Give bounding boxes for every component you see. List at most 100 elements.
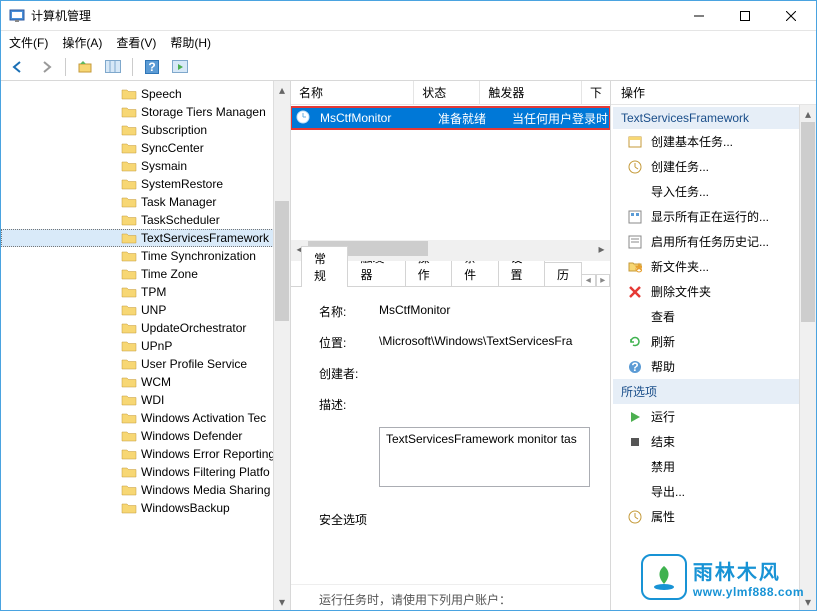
scroll-up-icon[interactable]: ▴ bbox=[800, 105, 816, 122]
tab-general[interactable]: 常规 bbox=[301, 246, 348, 287]
tree-item[interactable]: WDI bbox=[1, 391, 290, 409]
action-item[interactable]: 启用所有任务历史记... bbox=[613, 229, 814, 254]
folder-icon bbox=[121, 195, 137, 209]
action-item[interactable]: 显示所有正在运行的... bbox=[613, 204, 814, 229]
new-folder-icon: ★ bbox=[627, 259, 643, 275]
action-item[interactable]: ?帮助 bbox=[613, 354, 814, 379]
scroll-thumb[interactable] bbox=[801, 122, 815, 322]
action-label: 刷新 bbox=[651, 333, 808, 350]
tree-item[interactable]: TPM bbox=[1, 283, 290, 301]
tree-item[interactable]: SystemRestore bbox=[1, 175, 290, 193]
tab-history[interactable]: 历 bbox=[544, 262, 582, 286]
scroll-thumb[interactable] bbox=[275, 201, 289, 321]
section-selected-label: 所选项 bbox=[621, 383, 657, 400]
titlebar: 计算机管理 bbox=[1, 1, 816, 31]
tree-item[interactable]: UpdateOrchestrator bbox=[1, 319, 290, 337]
row-name: MsCtfMonitor bbox=[312, 111, 430, 125]
show-hide-button[interactable] bbox=[102, 56, 124, 78]
watermark-logo-icon bbox=[641, 554, 687, 600]
tree-item-label: TextServicesFramework bbox=[141, 231, 269, 245]
tree-item[interactable]: TextServicesFramework bbox=[1, 229, 290, 247]
action-item[interactable]: 运行 bbox=[613, 404, 814, 429]
folder-icon bbox=[121, 123, 137, 137]
tree-item[interactable]: User Profile Service bbox=[1, 355, 290, 373]
tree-item[interactable]: TaskScheduler bbox=[1, 211, 290, 229]
action-item[interactable]: 删除文件夹 bbox=[613, 279, 814, 304]
action-item[interactable]: 查看▸ bbox=[613, 304, 814, 329]
section-framework[interactable]: TextServicesFramework ▴ bbox=[613, 107, 814, 129]
minimize-button[interactable] bbox=[676, 2, 722, 30]
task-row-selected[interactable]: MsCtfMonitor 准备就绪 当任何用户登录时 bbox=[292, 108, 609, 128]
folder-icon bbox=[121, 87, 137, 101]
tree-item[interactable]: Windows Error Reporting bbox=[1, 445, 290, 463]
delete-folder-icon bbox=[627, 284, 643, 300]
disable-icon bbox=[627, 459, 643, 475]
menu-action[interactable]: 操作(A) bbox=[62, 34, 102, 51]
tree-item-label: WindowsBackup bbox=[141, 501, 230, 515]
action-item[interactable]: 属性 bbox=[613, 504, 814, 529]
action-item[interactable]: 创建基本任务... bbox=[613, 129, 814, 154]
scroll-down-icon[interactable]: ▾ bbox=[274, 593, 290, 610]
help-button[interactable]: ? bbox=[141, 56, 163, 78]
action-item[interactable]: 刷新 bbox=[613, 329, 814, 354]
action-item[interactable]: 导入任务... bbox=[613, 179, 814, 204]
action-label: 禁用 bbox=[651, 458, 808, 475]
action-item[interactable]: ★新文件夹... bbox=[613, 254, 814, 279]
svg-text:?: ? bbox=[631, 360, 638, 374]
col-next[interactable]: 下 bbox=[582, 81, 610, 104]
tree-item[interactable]: Windows Activation Tec bbox=[1, 409, 290, 427]
watermark: 雨林木风 www.ylmf888.com bbox=[641, 554, 804, 600]
tree-item[interactable]: Subscription bbox=[1, 121, 290, 139]
scroll-right-icon[interactable]: ▸ bbox=[593, 240, 610, 257]
row-trigger: 当任何用户登录时 bbox=[504, 110, 609, 127]
action-label: 启用所有任务历史记... bbox=[651, 233, 808, 250]
up-button[interactable] bbox=[74, 56, 96, 78]
tree-item[interactable]: Windows Media Sharing bbox=[1, 481, 290, 499]
tree-item[interactable]: Task Manager bbox=[1, 193, 290, 211]
action-label: 导出... bbox=[651, 483, 808, 500]
tree-item-label: User Profile Service bbox=[141, 357, 247, 371]
tree-item-label: Windows Filtering Platfo bbox=[141, 465, 270, 479]
action-item[interactable]: 结束 bbox=[613, 429, 814, 454]
col-name[interactable]: 名称 bbox=[291, 81, 414, 104]
menu-view[interactable]: 查看(V) bbox=[116, 34, 156, 51]
run-button[interactable] bbox=[169, 56, 191, 78]
tree-item[interactable]: UPnP bbox=[1, 337, 290, 355]
folder-icon bbox=[121, 213, 137, 227]
actions-scrollbar[interactable]: ▴ ▾ bbox=[799, 105, 816, 610]
action-item[interactable]: 导出... bbox=[613, 479, 814, 504]
desc-box[interactable]: TextServicesFramework monitor tas bbox=[379, 427, 590, 487]
section-selected[interactable]: 所选项 ▴ bbox=[613, 379, 814, 404]
tree-item[interactable]: Time Zone bbox=[1, 265, 290, 283]
tree-item[interactable]: SyncCenter bbox=[1, 139, 290, 157]
tree-item-label: Time Synchronization bbox=[141, 249, 256, 263]
tree-item[interactable]: Windows Defender bbox=[1, 427, 290, 445]
close-button[interactable] bbox=[768, 2, 814, 30]
action-item[interactable]: 创建任务... bbox=[613, 154, 814, 179]
back-button[interactable] bbox=[7, 56, 29, 78]
scroll-up-icon[interactable]: ▴ bbox=[274, 81, 290, 98]
forward-button[interactable] bbox=[35, 56, 57, 78]
window-title: 计算机管理 bbox=[31, 7, 676, 24]
action-item[interactable]: 禁用 bbox=[613, 454, 814, 479]
action-label: 删除文件夹 bbox=[651, 283, 808, 300]
maximize-button[interactable] bbox=[722, 2, 768, 30]
tree-item[interactable]: WindowsBackup bbox=[1, 499, 290, 517]
tree-scrollbar[interactable]: ▴ ▾ bbox=[273, 81, 290, 610]
tree-item[interactable]: WCM bbox=[1, 373, 290, 391]
tab-nav-left[interactable]: ◂ bbox=[581, 274, 596, 286]
tree-item-label: Windows Activation Tec bbox=[141, 411, 266, 425]
tab-nav-right[interactable]: ▸ bbox=[596, 274, 611, 286]
tree-item[interactable]: Storage Tiers Managen bbox=[1, 103, 290, 121]
col-status[interactable]: 状态 bbox=[414, 81, 480, 104]
tree-item[interactable]: Windows Filtering Platfo bbox=[1, 463, 290, 481]
task-list: 名称 状态 触发器 下 MsCtfMonitor 准备就绪 当任何用户登录时 ◂… bbox=[291, 81, 610, 261]
tree-item[interactable]: Sysmain bbox=[1, 157, 290, 175]
tree-item[interactable]: Speech bbox=[1, 85, 290, 103]
menu-file[interactable]: 文件(F) bbox=[9, 34, 48, 51]
tree-item[interactable]: UNP bbox=[1, 301, 290, 319]
tree-item-label: UPnP bbox=[141, 339, 172, 353]
col-trigger[interactable]: 触发器 bbox=[480, 81, 582, 104]
tree-item[interactable]: Time Synchronization bbox=[1, 247, 290, 265]
menu-help[interactable]: 帮助(H) bbox=[170, 34, 211, 51]
